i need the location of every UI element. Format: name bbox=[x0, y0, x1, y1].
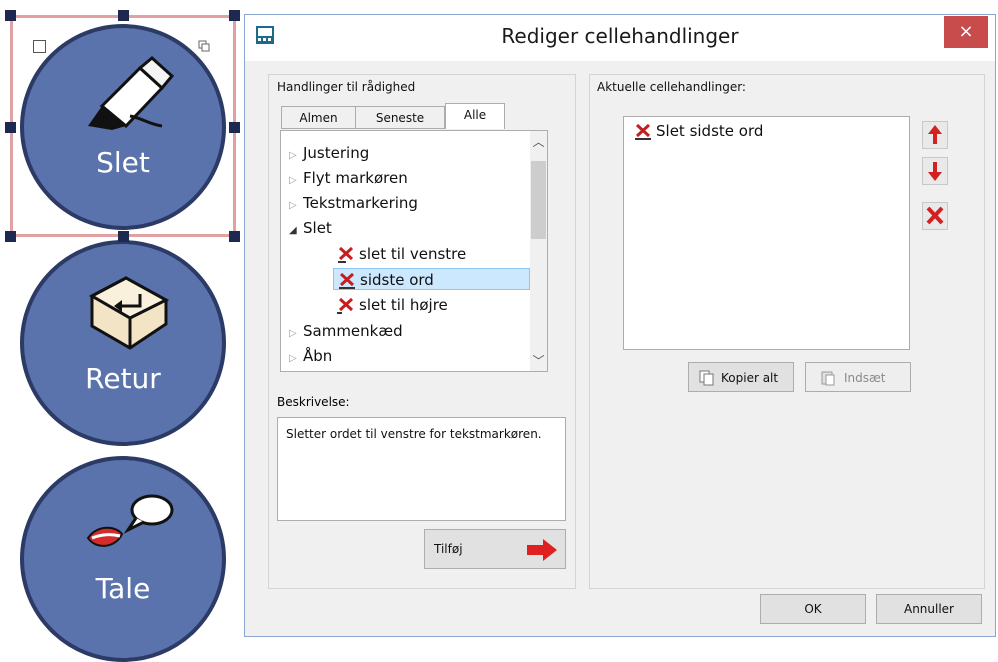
expand-arrow-icon[interactable]: ▷ bbox=[289, 145, 303, 167]
tree-item-slet[interactable]: ◢ Slet bbox=[289, 217, 332, 239]
description-text: Sletter ordet til venstre for tekstmarkø… bbox=[277, 417, 566, 521]
resize-handle[interactable] bbox=[5, 122, 16, 133]
cell-label: Tale bbox=[95, 572, 151, 605]
enter-key-icon bbox=[88, 276, 170, 350]
tree-item-flyt-markoeren[interactable]: ▷ Flyt markøren bbox=[289, 167, 408, 189]
description-label: Beskrivelse: bbox=[277, 395, 350, 409]
cancel-button[interactable]: Annuller bbox=[876, 594, 982, 624]
scroll-down-icon[interactable]: ﹀ bbox=[530, 352, 547, 369]
copy-icon bbox=[699, 370, 714, 386]
delete-icon bbox=[926, 206, 944, 225]
arrow-down-icon bbox=[928, 162, 942, 181]
speech-mouth-icon bbox=[86, 494, 174, 547]
scroll-up-icon[interactable]: ︿ bbox=[530, 133, 547, 150]
resize-handle[interactable] bbox=[5, 10, 16, 21]
resize-handle[interactable] bbox=[118, 231, 129, 242]
cell-label: Retur bbox=[85, 362, 161, 395]
list-item[interactable]: Slet sidste ord bbox=[634, 122, 763, 141]
cell-select-checkbox[interactable] bbox=[33, 40, 46, 53]
collapse-arrow-icon[interactable]: ◢ bbox=[289, 220, 303, 242]
paste-button[interactable]: Indsæt bbox=[805, 362, 911, 392]
expand-arrow-icon[interactable]: ▷ bbox=[289, 170, 303, 192]
tree-item-aabn[interactable]: ▷ Åbn bbox=[289, 345, 332, 367]
delete-word-icon bbox=[339, 272, 355, 289]
dialog-title: Rediger cellehandlinger bbox=[501, 24, 739, 48]
ok-button[interactable]: OK bbox=[760, 594, 866, 624]
add-button[interactable]: Tilføj bbox=[424, 529, 566, 569]
tree-item-slet-til-venstre[interactable]: slet til venstre bbox=[337, 243, 466, 265]
arrow-right-icon bbox=[527, 539, 557, 561]
expand-arrow-icon[interactable]: ▷ bbox=[289, 348, 303, 370]
copy-all-button[interactable]: Kopier alt bbox=[688, 362, 794, 392]
copy-icon[interactable] bbox=[198, 40, 210, 52]
close-button[interactable]: × bbox=[944, 16, 988, 48]
current-actions-title: Aktuelle cellehandlinger: bbox=[597, 80, 746, 94]
resize-handle[interactable] bbox=[229, 231, 240, 242]
grid-cell-tale[interactable]: Tale bbox=[20, 456, 226, 662]
scrollbar-thumb[interactable] bbox=[531, 161, 546, 239]
tree-item-tekstmarkering[interactable]: ▷ Tekstmarkering bbox=[289, 192, 418, 214]
actions-tree: ▷ Justering ▷ Flyt markøren ▷ Tekstmarkerin… bbox=[280, 130, 548, 372]
resize-handle[interactable] bbox=[229, 122, 240, 133]
tree-item-sidste-ord[interactable]: sidste ord bbox=[333, 268, 530, 290]
delete-left-icon bbox=[338, 246, 354, 263]
resize-handle[interactable] bbox=[118, 10, 129, 21]
remove-action-button[interactable] bbox=[922, 202, 948, 230]
resize-handle[interactable] bbox=[5, 231, 16, 242]
tab-alle[interactable]: Alle bbox=[445, 103, 505, 129]
tree-scrollbar[interactable]: ︿ ﹀ bbox=[530, 131, 547, 371]
delete-right-icon bbox=[337, 297, 354, 314]
delete-word-icon bbox=[635, 123, 651, 140]
move-up-button[interactable] bbox=[922, 121, 948, 149]
eraser-icon bbox=[88, 56, 175, 130]
resize-handle[interactable] bbox=[229, 10, 240, 21]
tab-almen[interactable]: Almen bbox=[281, 106, 356, 129]
grid-cell-slet[interactable]: Slet bbox=[20, 24, 226, 230]
cell-label: Slet bbox=[96, 146, 150, 179]
move-down-button[interactable] bbox=[922, 157, 948, 185]
available-actions-title: Handlinger til rådighed bbox=[277, 80, 416, 94]
arrow-up-icon bbox=[928, 125, 942, 144]
tree-item-sammenkaed[interactable]: ▷ Sammenkæd bbox=[289, 320, 403, 342]
paste-icon bbox=[821, 371, 835, 386]
expand-arrow-icon[interactable]: ▷ bbox=[289, 195, 303, 217]
grid-cell-retur[interactable]: Retur bbox=[20, 240, 226, 446]
current-actions-list: Slet sidste ord bbox=[623, 116, 910, 350]
expand-arrow-icon[interactable]: ▷ bbox=[289, 323, 303, 345]
tree-item-justering[interactable]: ▷ Justering bbox=[289, 142, 369, 164]
tab-seneste[interactable]: Seneste bbox=[355, 106, 445, 129]
title-bar: Rediger cellehandlinger × bbox=[245, 15, 995, 61]
tree-item-slet-til-hoejre[interactable]: slet til højre bbox=[337, 294, 448, 316]
